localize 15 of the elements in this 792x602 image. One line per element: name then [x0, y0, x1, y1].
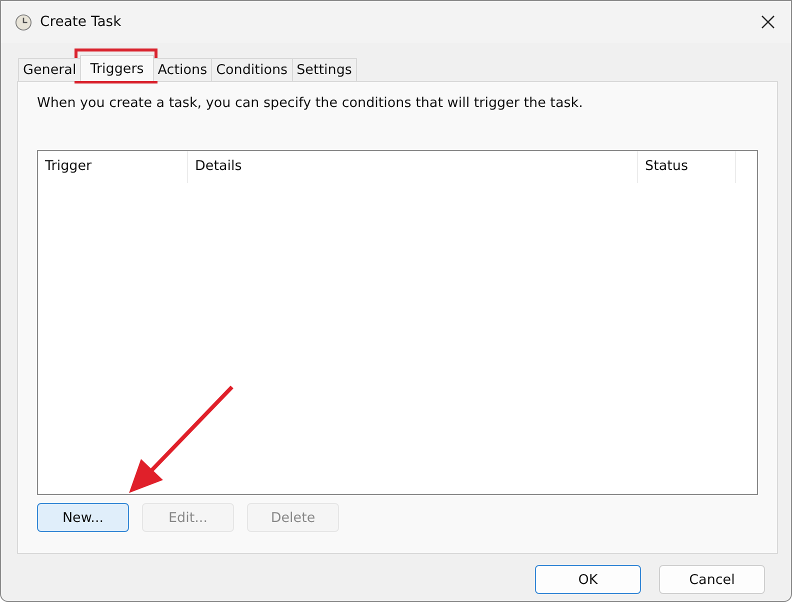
tab[interactable]: Settings — [292, 58, 357, 81]
dialog-button[interactable]: OK — [535, 565, 641, 594]
list-button[interactable]: New... — [37, 503, 129, 532]
tab[interactable]: Triggers — [80, 55, 154, 81]
tab[interactable]: Actions — [152, 58, 212, 81]
column-header[interactable]: Status — [638, 151, 736, 183]
column-header[interactable]: Details — [188, 151, 638, 183]
close-icon — [761, 15, 775, 29]
window-title: Create Task — [40, 14, 122, 30]
description-text: When you create a task, you can specify the conditions that will trigger the task. — [37, 95, 584, 113]
trigger-list[interactable]: Trigger Details Status — [37, 150, 758, 495]
tab[interactable]: General — [18, 58, 82, 81]
dialog-button[interactable]: Cancel — [659, 565, 765, 594]
clock-icon — [15, 14, 32, 30]
column-header[interactable]: Trigger — [38, 151, 188, 183]
